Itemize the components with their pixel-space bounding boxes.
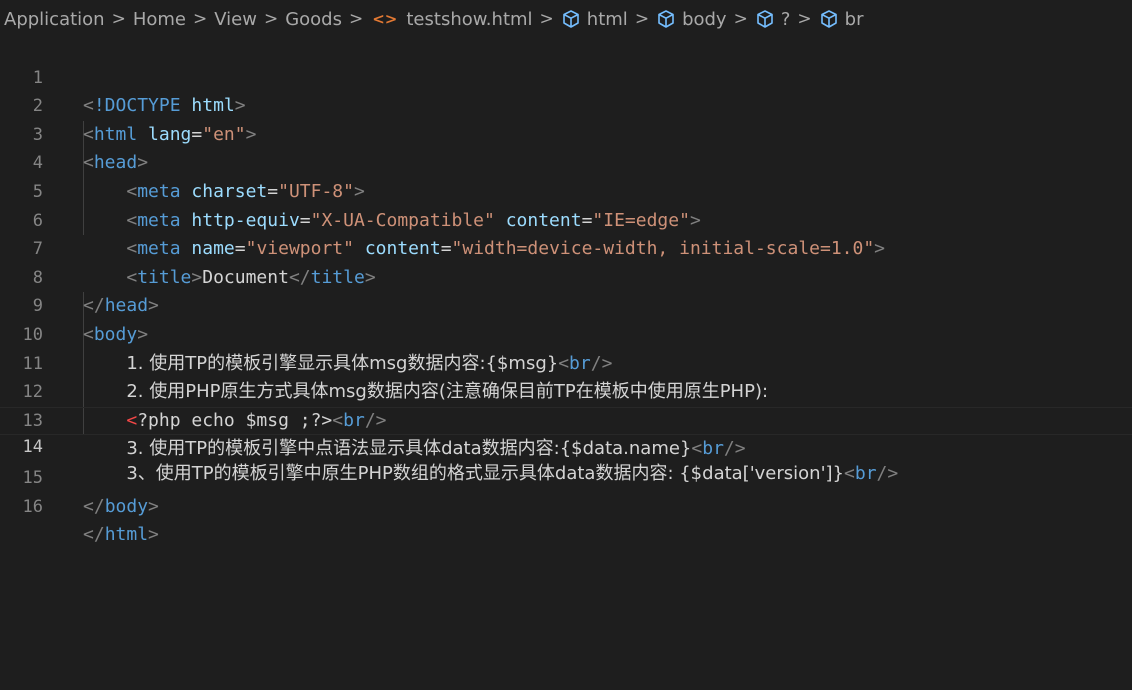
breadcrumb-label: Goods bbox=[285, 8, 342, 30]
code-line[interactable]: 4 <meta charset="UTF-8"> bbox=[0, 121, 1132, 202]
cube-icon bbox=[658, 10, 674, 28]
chevron-right-icon: > bbox=[539, 9, 554, 29]
breadcrumb-label: br bbox=[844, 8, 864, 30]
breadcrumb-item-view[interactable]: View bbox=[214, 9, 257, 30]
breadcrumb-symbol-php[interactable]: ? bbox=[755, 8, 791, 30]
breadcrumb-symbol-br[interactable]: br bbox=[819, 8, 864, 30]
code-line-current[interactable]: 14 3、使用TP的模板引擎中原生PHP数组的格式显示具体data数据内容: {… bbox=[0, 406, 1132, 484]
chevron-right-icon: > bbox=[111, 9, 126, 29]
code-line[interactable]: 1 <!DOCTYPE html> bbox=[0, 35, 1132, 117]
code-line[interactable]: 8 </head> bbox=[0, 235, 1132, 317]
cube-icon bbox=[820, 10, 837, 28]
breadcrumb-item-goods[interactable]: Goods bbox=[285, 9, 342, 30]
code-content: </html> bbox=[83, 524, 159, 546]
code-editor[interactable]: 1 <!DOCTYPE html> 2 <html lang="en"> 3 <… bbox=[0, 35, 1132, 690]
breadcrumb-label: testshow.html bbox=[406, 8, 533, 30]
breadcrumb-label: body bbox=[682, 8, 727, 30]
code-line[interactable]: 6 <meta name="viewport" content="width=d… bbox=[0, 178, 1132, 260]
chevron-right-icon: > bbox=[348, 9, 364, 29]
cube-icon bbox=[757, 10, 773, 28]
code-line[interactable]: 2 <html lang="en"> bbox=[0, 64, 1132, 145]
code-line[interactable]: 12 <?php echo $msg ;?><br/> bbox=[0, 350, 1132, 431]
code-line[interactable]: 5 <meta http-equiv="X-UA-Compatible" con… bbox=[0, 149, 1132, 231]
breadcrumb-label: html bbox=[586, 8, 628, 30]
breadcrumb-label: ? bbox=[780, 8, 791, 30]
chevron-right-icon: > bbox=[263, 9, 279, 29]
code-line[interactable]: 9 <body> bbox=[0, 264, 1132, 345]
breadcrumb-item-file[interactable]: <> testshow.html bbox=[370, 9, 532, 30]
breadcrumb-label: Application bbox=[4, 8, 105, 30]
code-line[interactable]: 10 1. 使用TP的模板引擎显示具体msg数据内容:{$msg}<br/> bbox=[0, 292, 1132, 374]
breadcrumb-item-application[interactable]: Application bbox=[4, 9, 105, 30]
breadcrumb-label: Home bbox=[132, 8, 186, 30]
code-line[interactable]: 11 2. 使用PHP原生方式具体msg数据内容(注意确保目前TP在模板中使用原… bbox=[0, 321, 1132, 403]
breadcrumb-symbol-body[interactable]: body bbox=[656, 9, 727, 30]
code-line[interactable]: 13 3. 使用TP的模板引擎中点语法显示具体data数据内容:{$data.n… bbox=[0, 378, 1132, 460]
breadcrumb: Application > Home > View > Goods > <> t… bbox=[0, 0, 1132, 38]
html-file-icon: <> bbox=[372, 10, 398, 28]
code-line[interactable]: 3 <head> bbox=[0, 92, 1132, 174]
breadcrumb-item-home[interactable]: Home bbox=[133, 9, 186, 30]
chevron-right-icon: > bbox=[192, 9, 208, 29]
chevron-right-icon: > bbox=[634, 9, 650, 29]
breadcrumb-label: View bbox=[214, 8, 257, 30]
chevron-right-icon: > bbox=[797, 9, 812, 29]
code-content: </body> bbox=[83, 495, 159, 517]
cube-icon bbox=[562, 10, 579, 28]
code-line[interactable]: 15 </body> bbox=[0, 435, 1132, 517]
code-line[interactable]: 16 </html> bbox=[0, 464, 1132, 546]
code-line[interactable]: 7 <title>Document</title> bbox=[0, 207, 1132, 288]
line-number: 16 bbox=[22, 496, 43, 517]
chevron-right-icon: > bbox=[733, 9, 748, 29]
breadcrumb-symbol-html[interactable]: html bbox=[561, 9, 628, 30]
